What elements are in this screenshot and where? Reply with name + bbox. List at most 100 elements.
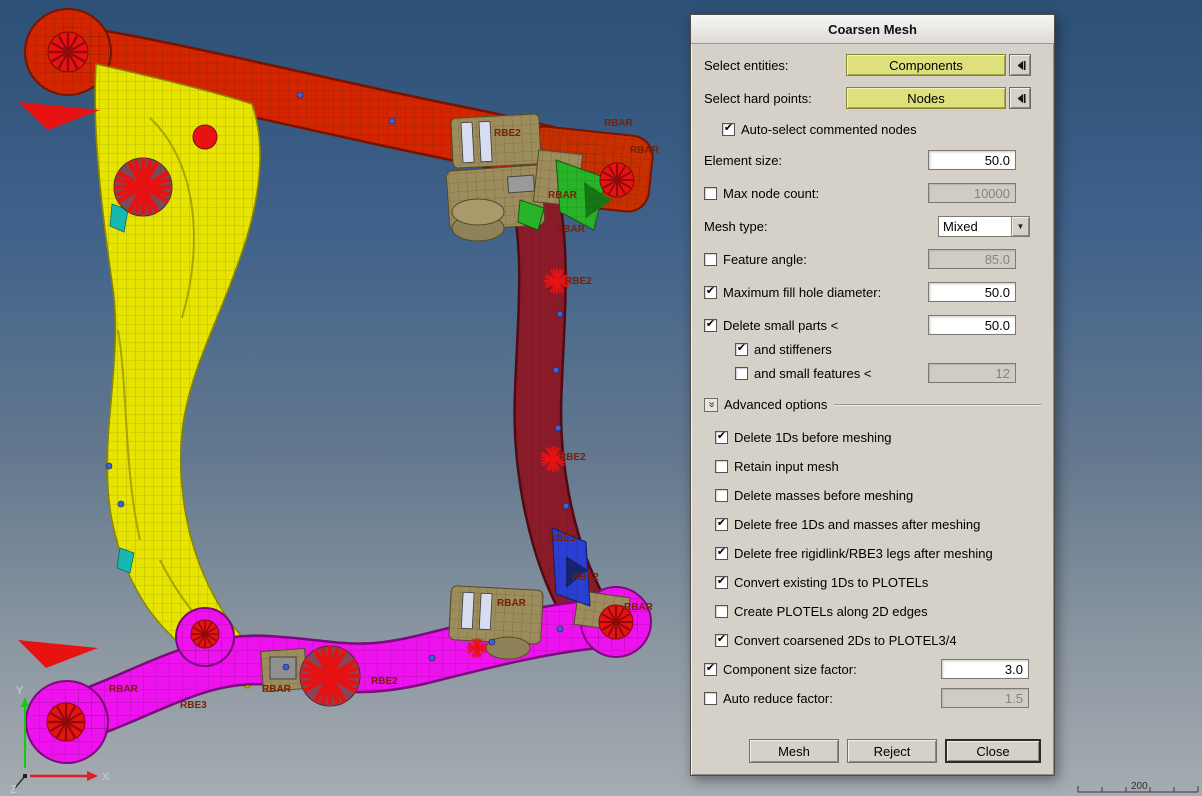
dialog-buttons: Mesh Reject Close (704, 739, 1041, 767)
create-plotels-edges-checkbox[interactable] (715, 605, 728, 618)
select-entities-extended-button[interactable] (1009, 54, 1031, 76)
reject-button[interactable]: Reject (847, 739, 937, 763)
and-small-features-checkbox[interactable] (735, 367, 748, 380)
mesh-type-label: Mesh type: (704, 219, 768, 234)
delete-masses-checkbox[interactable] (715, 489, 728, 502)
dropdown-arrow-icon[interactable]: ▼ (1011, 217, 1029, 236)
dialog-body: Select entities: Components Select hard … (691, 44, 1054, 775)
separator-line (834, 404, 1041, 406)
select-entities-row: Select entities: Components (704, 54, 1041, 76)
delete-small-parts-label: Delete small parts < (723, 318, 838, 333)
and-small-features-field: 12 (928, 363, 1016, 383)
create-plotels-edges-label: Create PLOTELs along 2D edges (734, 604, 928, 619)
mesh-label: RBAR (630, 145, 660, 156)
max-fill-hole-checkbox[interactable] (704, 286, 717, 299)
and-stiffeners-row: and stiffeners (735, 340, 1041, 358)
auto-select-checkbox[interactable] (722, 123, 735, 136)
auto-reduce-factor-row: Auto reduce factor: 1.5 (704, 687, 1041, 709)
delete-free-rigidlink-checkbox[interactable] (715, 547, 728, 560)
and-stiffeners-checkbox[interactable] (735, 343, 748, 356)
feature-angle-checkbox[interactable] (704, 253, 717, 266)
auto-reduce-factor-label: Auto reduce factor: (723, 691, 833, 706)
mesh-label: RBE2 (494, 128, 521, 139)
mesh-label: RBE3 (180, 700, 207, 711)
mesh-type-value: Mixed (939, 217, 1011, 236)
convert-1ds-plotels-checkbox[interactable] (715, 576, 728, 589)
advanced-options-toggle[interactable]: » (704, 398, 718, 412)
advanced-check-row: Convert existing 1Ds to PLOTELs (715, 571, 1041, 593)
and-small-features-row: and small features < 12 (735, 363, 1041, 383)
advanced-check-row: Create PLOTELs along 2D edges (715, 600, 1041, 622)
convert-coarsened-2ds-label: Convert coarsened 2Ds to PLOTEL3/4 (734, 633, 957, 648)
component-left-arm[interactable] (95, 64, 272, 688)
coarsen-mesh-dialog: Coarsen Mesh Select entities: Components… (690, 14, 1055, 776)
mesh-label: RBE2 (565, 276, 592, 287)
advanced-check-row: Delete free rigidlink/RBE3 legs after me… (715, 542, 1041, 564)
collapse-chevrons-icon: » (706, 401, 717, 407)
x-axis-label: X (102, 771, 110, 783)
mesh-label: RBAR (262, 684, 292, 695)
mesh-label: RBAR (109, 684, 139, 695)
advanced-check-row: Delete 1Ds before meshing (715, 426, 1041, 448)
mesh-type-dropdown[interactable]: Mixed ▼ (938, 216, 1030, 237)
scale-ruler: 200 (1078, 781, 1198, 792)
auto-reduce-factor-field: 1.5 (941, 688, 1029, 708)
element-size-label: Element size: (704, 153, 782, 168)
retain-input-mesh-label: Retain input mesh (734, 459, 839, 474)
auto-reduce-factor-checkbox[interactable] (704, 692, 717, 705)
select-hard-points-row: Select hard points: Nodes (704, 87, 1041, 109)
first-arrow-icon (1015, 60, 1026, 71)
select-hard-points-switch[interactable]: Nodes (846, 87, 1006, 109)
select-hard-points-extended-button[interactable] (1009, 87, 1031, 109)
mesh-label: RBAR (624, 602, 654, 613)
component-size-factor-checkbox[interactable] (704, 663, 717, 676)
advanced-check-row: Delete free 1Ds and masses after meshing (715, 513, 1041, 535)
first-arrow-icon (1015, 93, 1026, 104)
component-size-factor-row: Component size factor: 3.0 (704, 658, 1041, 680)
mesh-label: RBE2 (559, 452, 586, 463)
element-size-row: Element size: 50.0 (704, 149, 1041, 171)
advanced-check-row: Delete masses before meshing (715, 484, 1041, 506)
max-fill-hole-field[interactable]: 50.0 (928, 282, 1016, 302)
component-size-factor-label: Component size factor: (723, 662, 857, 677)
delete-small-parts-checkbox[interactable] (704, 319, 717, 332)
select-entities-switch[interactable]: Components (846, 54, 1006, 76)
component-size-factor-field[interactable]: 3.0 (941, 659, 1029, 679)
mesh-label: RBAR (604, 118, 634, 129)
delete-free-rigidlink-label: Delete free rigidlink/RBE3 legs after me… (734, 546, 993, 561)
max-fill-hole-label: Maximum fill hole diameter: (723, 285, 881, 300)
mesh-button[interactable]: Mesh (749, 739, 839, 763)
retain-input-mesh-checkbox[interactable] (715, 460, 728, 473)
delete-1ds-label: Delete 1Ds before meshing (734, 430, 892, 445)
auto-select-label: Auto-select commented nodes (741, 122, 917, 137)
advanced-options-label: Advanced options (724, 397, 827, 412)
and-stiffeners-label: and stiffeners (754, 342, 832, 357)
feature-angle-row: Feature angle: 85.0 (704, 248, 1041, 270)
convert-coarsened-2ds-checkbox[interactable] (715, 634, 728, 647)
delete-free-1ds-checkbox[interactable] (715, 518, 728, 531)
feature-angle-label: Feature angle: (723, 252, 807, 267)
mesh-type-row: Mesh type: Mixed ▼ (704, 215, 1041, 237)
select-entities-label: Select entities: (704, 58, 789, 73)
advanced-options-row: » Advanced options (704, 397, 1041, 412)
mesh-label: RBAR (548, 190, 578, 201)
auto-select-row: Auto-select commented nodes (722, 120, 1041, 138)
mesh-label: RBAR (556, 224, 586, 235)
element-size-field[interactable]: 50.0 (928, 150, 1016, 170)
dialog-title[interactable]: Coarsen Mesh (691, 15, 1054, 44)
max-node-count-label: Max node count: (723, 186, 819, 201)
delete-small-parts-row: Delete small parts < 50.0 (704, 314, 1041, 336)
delete-small-parts-field[interactable]: 50.0 (928, 315, 1016, 335)
convert-1ds-plotels-label: Convert existing 1Ds to PLOTELs (734, 575, 928, 590)
max-node-count-checkbox[interactable] (704, 187, 717, 200)
delete-1ds-checkbox[interactable] (715, 431, 728, 444)
max-node-count-field: 10000 (928, 183, 1016, 203)
mesh-label: RBAR (497, 598, 527, 609)
select-hard-points-label: Select hard points: (704, 91, 812, 106)
delete-masses-label: Delete masses before meshing (734, 488, 913, 503)
load-flags (18, 102, 100, 668)
feature-angle-field: 85.0 (928, 249, 1016, 269)
close-button[interactable]: Close (945, 739, 1041, 763)
z-axis-label: Z (10, 784, 17, 796)
advanced-check-row: Convert coarsened 2Ds to PLOTEL3/4 (715, 629, 1041, 651)
